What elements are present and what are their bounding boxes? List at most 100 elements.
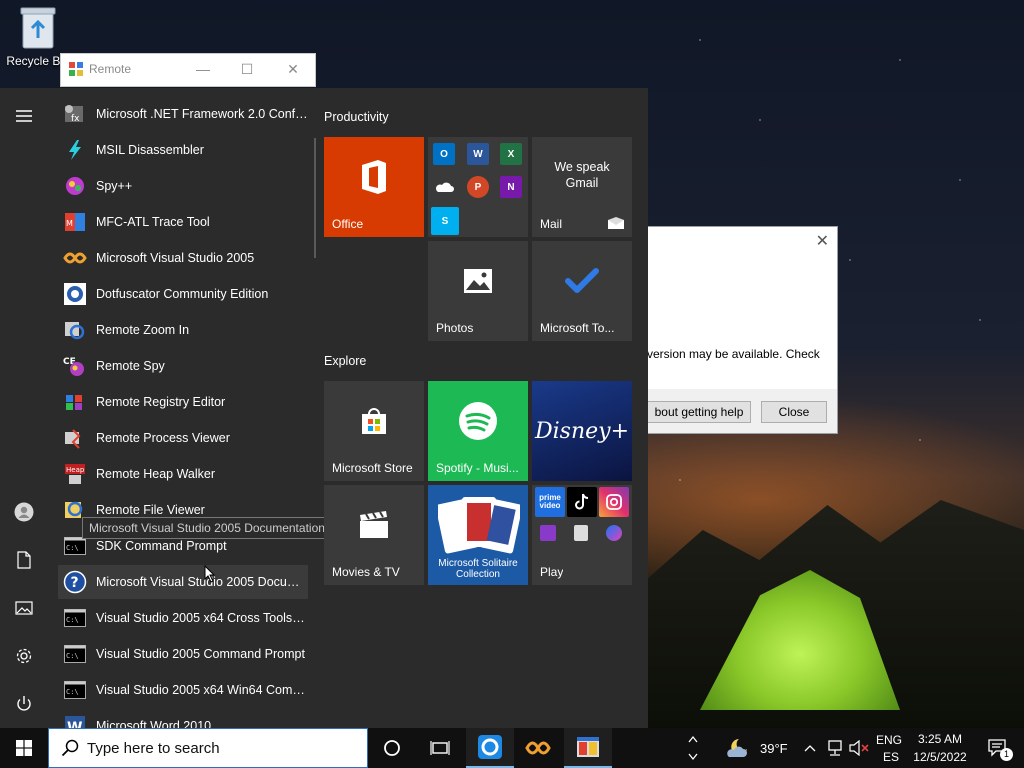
app-list-item[interactable]: CE Remote Spy (58, 349, 308, 383)
app-list: fx Microsoft .NET Framework 2.0 Config..… (58, 95, 310, 728)
tile-label: Microsoft To... (540, 321, 615, 335)
volume-button[interactable] (846, 728, 872, 768)
clock-time[interactable]: 3:25 AM (915, 732, 965, 746)
skype-icon[interactable]: S (431, 207, 459, 235)
word-mini-icon[interactable]: W (467, 143, 489, 165)
taskbar-app-remote[interactable] (466, 728, 514, 768)
app-list-item[interactable]: C:\ Visual Studio 2005 Command Prompt (58, 637, 308, 671)
tile-label: Microsoft Store (332, 461, 413, 475)
taskbar-scroll-button[interactable] (680, 728, 706, 768)
tile-office-apps-folder[interactable]: O W X P N S (428, 137, 528, 237)
svg-text:fx: fx (71, 114, 80, 124)
tile-play-folder[interactable]: prime video Play (532, 485, 632, 585)
todo-check-icon (565, 268, 599, 293)
remote-window[interactable]: Remote — ☐ ✕ (60, 53, 316, 87)
help-button[interactable]: bout getting help (647, 401, 751, 423)
app-list-item[interactable]: Dotfuscator Community Edition (58, 277, 308, 311)
app-list-item-label: Microsoft Visual Studio 2005 (96, 251, 255, 265)
app-list-scrollbar[interactable] (314, 138, 316, 258)
language-indicator-bottom[interactable]: ES (883, 750, 899, 764)
maximize-button[interactable]: ☐ (227, 58, 267, 80)
action-center-button[interactable]: 1 (978, 728, 1018, 768)
app-list-item-label: Spy++ (96, 179, 133, 193)
app-list-item[interactable]: Heap Remote Heap Walker (58, 457, 308, 491)
app-list-item[interactable]: M MFC-ATL Trace Tool (58, 205, 308, 239)
command-prompt-icon: C:\ (62, 677, 88, 703)
clock-date[interactable]: 12/5/2022 (911, 750, 969, 764)
volume-muted-icon (849, 740, 869, 756)
dialog-close-button[interactable]: Close (761, 401, 827, 423)
app-list-item[interactable]: W Microsoft Word 2010 (58, 709, 308, 728)
expand-menu-button[interactable] (0, 94, 48, 138)
tile-label: Microsoft Solitaire Collection (438, 558, 518, 580)
app-list-item[interactable]: Microsoft Visual Studio 2005 (58, 241, 308, 275)
tile-photos[interactable]: Photos (428, 241, 528, 341)
app-list-item-label: SDK Command Prompt (96, 539, 227, 553)
taskbar-search-box[interactable] (48, 728, 368, 768)
tile-mail[interactable]: We speak Gmail Mail (532, 137, 632, 237)
close-button[interactable]: ✕ (273, 58, 313, 80)
tile-movies-tv[interactable]: Movies & TV (324, 485, 424, 585)
dialog-close-icon[interactable]: ✕ (816, 231, 829, 251)
visual-studio-icon (62, 245, 88, 271)
game-icon[interactable] (540, 525, 556, 541)
remote-registry-icon (62, 389, 88, 415)
tile-disney-plus[interactable]: Disney+ (532, 381, 632, 481)
tiktok-icon[interactable] (567, 487, 597, 517)
user-icon (14, 502, 34, 522)
spotify-icon (459, 402, 497, 440)
svg-text:M: M (66, 219, 73, 228)
minimize-button[interactable]: — (183, 58, 223, 80)
tile-label: Office (332, 217, 364, 231)
store-icon (362, 408, 386, 434)
tile-microsoft-todo[interactable]: Microsoft To... (532, 241, 632, 341)
prime-video-icon[interactable]: prime video (535, 487, 565, 517)
app-list-item[interactable]: Spy++ (58, 169, 308, 203)
app-list-item[interactable]: fx Microsoft .NET Framework 2.0 Config..… (58, 97, 308, 131)
documents-button[interactable] (0, 538, 48, 582)
search-input[interactable] (87, 739, 337, 757)
tile-label: Play (540, 565, 564, 579)
app-list-item-label: Remote Spy (96, 359, 165, 373)
excel-icon[interactable]: X (500, 143, 522, 165)
weather-temperature[interactable]: 39°F (760, 741, 788, 756)
app-list-item[interactable]: MSIL Disassembler (58, 133, 308, 167)
tile-office[interactable]: Office (324, 137, 424, 237)
weather-button[interactable] (720, 728, 756, 768)
instagram-icon[interactable] (599, 487, 629, 517)
app-list-item-hovered[interactable]: ? Microsoft Visual Studio 2005 Docume... (58, 565, 308, 599)
taskbar-app-remote-tool[interactable] (564, 728, 612, 768)
messenger-icon[interactable] (606, 525, 622, 541)
remote-window-title: Remote (89, 62, 132, 76)
power-button[interactable] (0, 682, 48, 726)
scroll-chevron-icon (688, 735, 698, 761)
app-list-item[interactable]: C:\ Visual Studio 2005 x64 Cross Tools C… (58, 601, 308, 635)
onenote-icon[interactable]: N (500, 176, 522, 198)
cortana-button[interactable] (368, 728, 416, 768)
tile-solitaire[interactable]: Microsoft Solitaire Collection (428, 485, 528, 585)
pictures-button[interactable] (0, 586, 48, 630)
taskbar-app-visual-studio[interactable] (514, 728, 562, 768)
app-list-item[interactable]: Remote Registry Editor (58, 385, 308, 419)
app-list-item[interactable]: Remote Zoom In (58, 313, 308, 347)
app-list-item-label: Remote File Viewer (96, 503, 205, 517)
show-hidden-icons-button[interactable] (800, 728, 820, 768)
language-indicator-top[interactable]: ENG (876, 733, 902, 747)
app-list-item[interactable]: C:\ Visual Studio 2005 x64 Win64 Comma..… (58, 673, 308, 707)
user-account-button[interactable] (0, 490, 48, 534)
network-button[interactable] (822, 728, 848, 768)
calculator-icon[interactable] (574, 525, 588, 541)
settings-button[interactable] (0, 634, 48, 678)
outlook-icon[interactable]: O (433, 143, 455, 165)
tile-spotify[interactable]: Spotify - Musi... (428, 381, 528, 481)
app-list-item-label: Visual Studio 2005 Command Prompt (96, 647, 305, 661)
task-view-button[interactable] (416, 728, 464, 768)
dotnet-config-icon: fx (62, 101, 88, 127)
app-list-item[interactable]: Remote Process Viewer (58, 421, 308, 455)
group-title-explore: Explore (324, 354, 367, 368)
mail-promo-text: We speak Gmail (554, 160, 610, 190)
tile-microsoft-store[interactable]: Microsoft Store (324, 381, 424, 481)
powerpoint-icon[interactable]: P (467, 176, 489, 198)
onedrive-icon[interactable] (433, 176, 455, 198)
start-button[interactable] (0, 728, 48, 768)
